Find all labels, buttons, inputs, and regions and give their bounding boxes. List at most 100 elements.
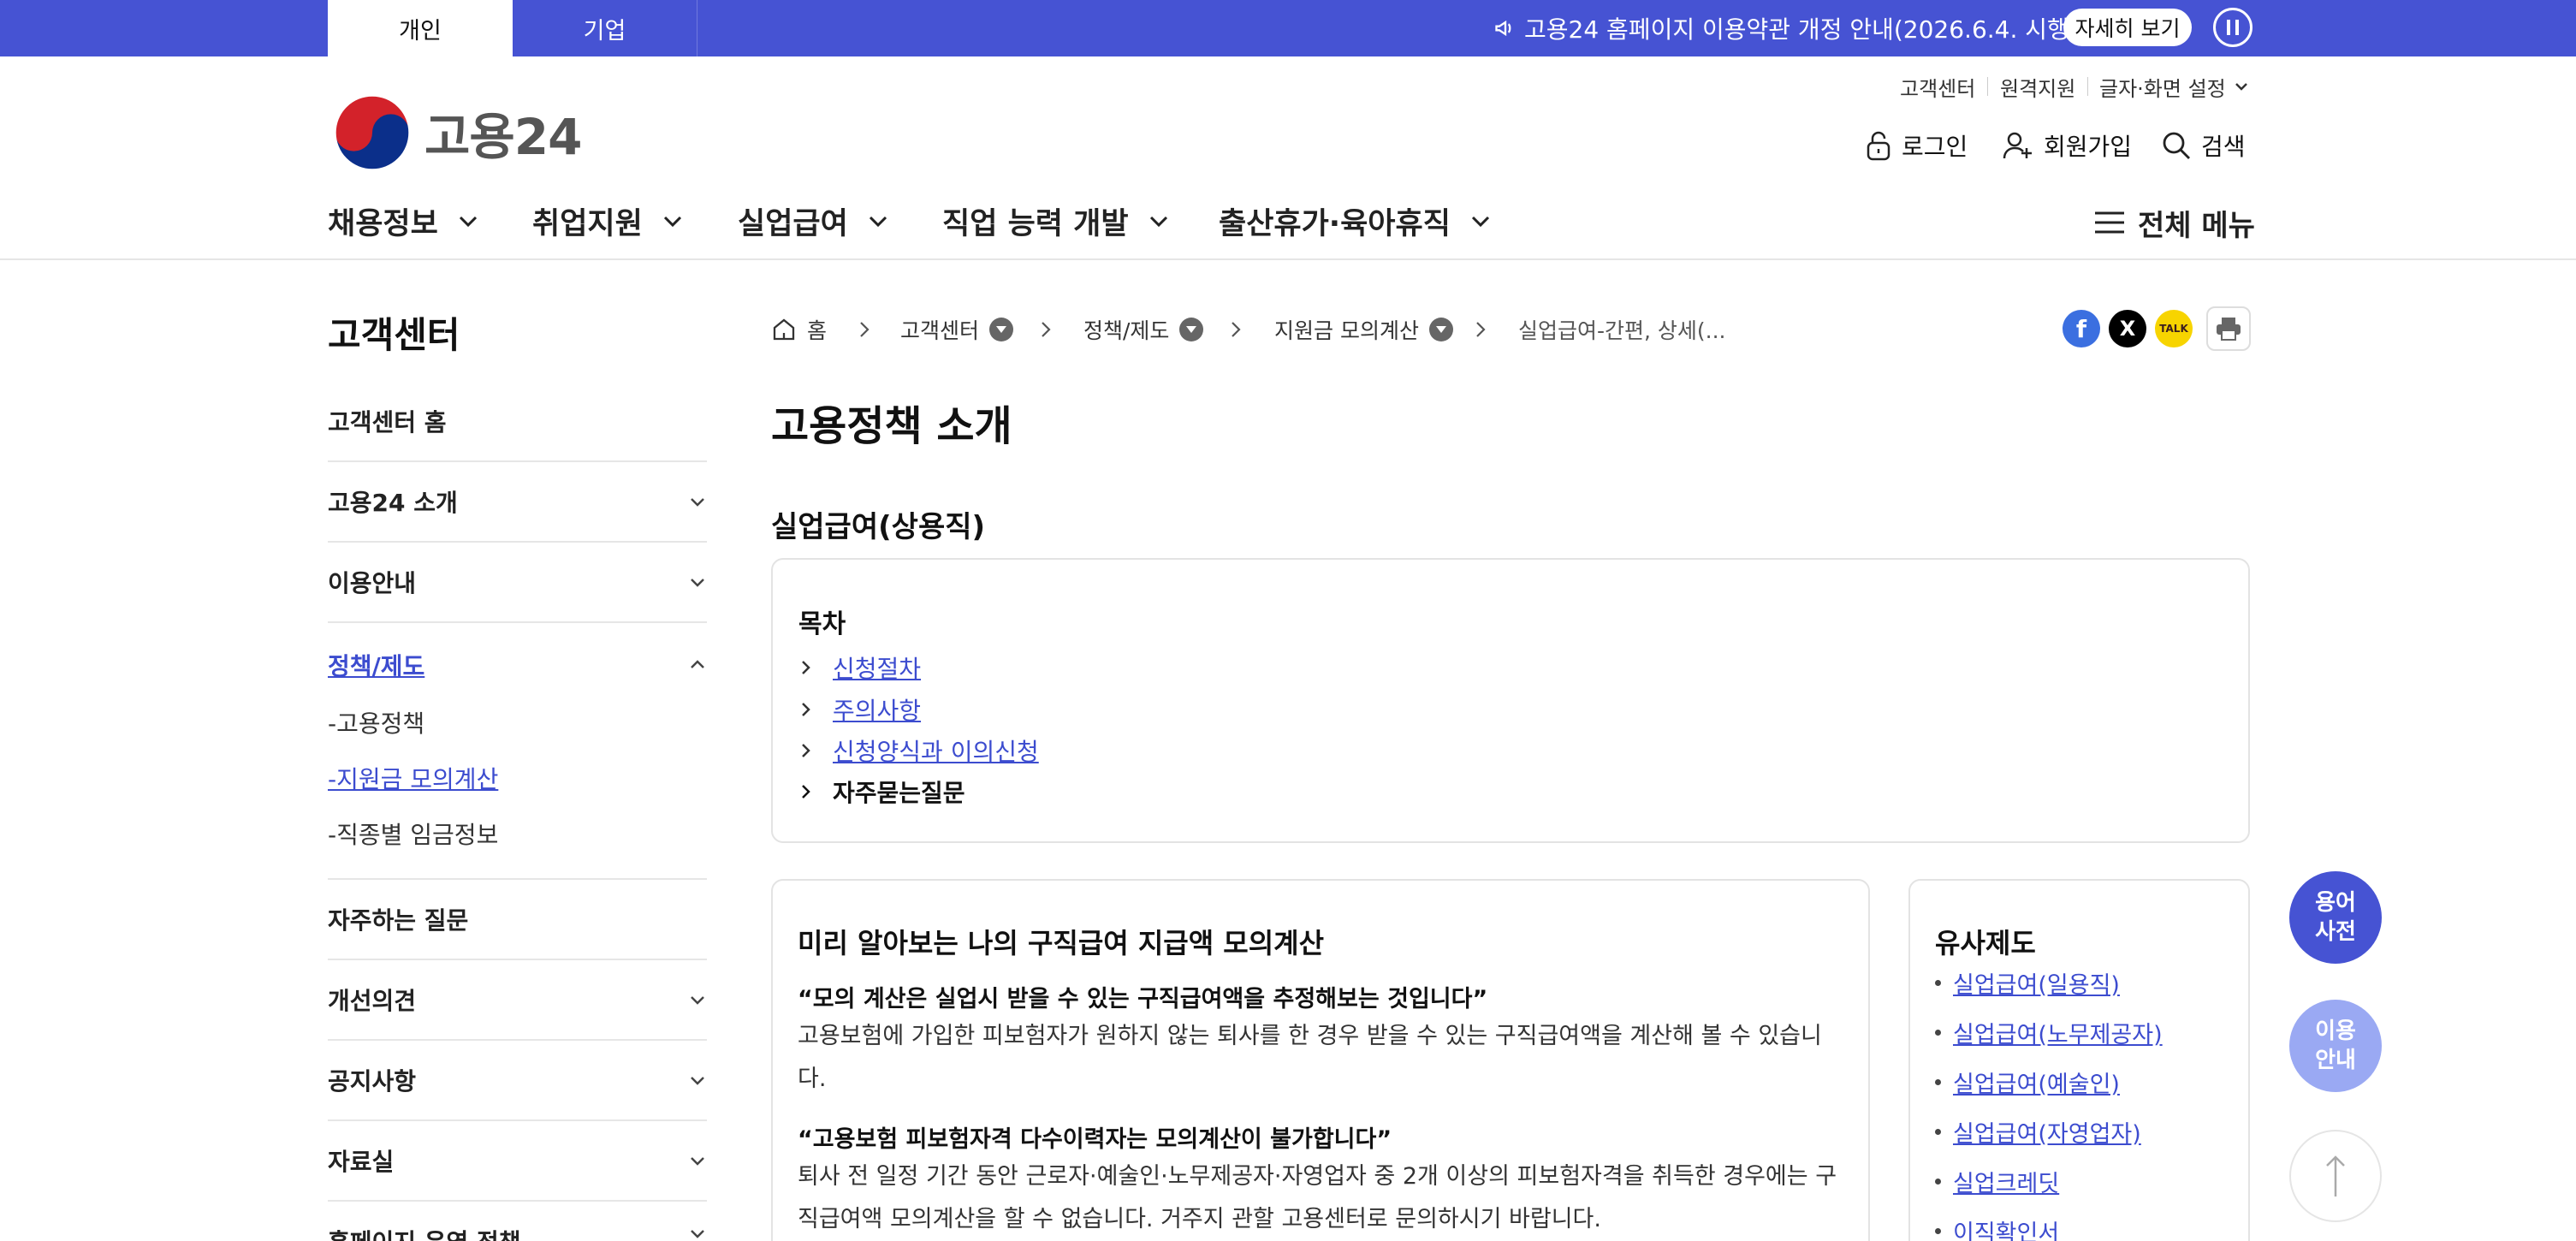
toc-item-procedure[interactable]: 신청절차: [798, 650, 921, 685]
sidebar-item-about[interactable]: 고용24 소개: [328, 462, 707, 543]
search-icon: [2163, 132, 2190, 159]
similar-item-platform[interactable]: 실업급여(노무제공자): [1935, 1016, 2163, 1049]
sidebar-item-label: 자료실: [328, 1148, 395, 1176]
tab-personal[interactable]: 개인: [328, 0, 513, 56]
scroll-top-button[interactable]: [2289, 1130, 2382, 1222]
sidebar-title: 고객센터: [328, 314, 460, 356]
chevron-down-icon: [2235, 83, 2247, 91]
caret-down-icon[interactable]: [989, 318, 1014, 341]
sidebar-item-label: 홈페이지 운영 정책: [328, 1224, 521, 1241]
guide-label-line-2: 안내: [2315, 1048, 2356, 1073]
kakaotalk-share-icon[interactable]: TALK: [2155, 310, 2193, 347]
lock-icon: [1867, 131, 1890, 161]
pause-button[interactable]: [2213, 8, 2253, 47]
tab-business[interactable]: 기업: [513, 0, 697, 56]
sidebar-item-feedback[interactable]: 개선의견: [328, 960, 707, 1041]
calc-paragraph-1-line-2: 다.: [798, 1066, 827, 1092]
gnb-label: 출산휴가·육아휴직: [1219, 206, 1451, 241]
similar-item-credit[interactable]: 실업크레딧: [1935, 1165, 2059, 1198]
chevron-right-icon: [802, 785, 810, 799]
gnb-label: 실업급여: [738, 206, 848, 241]
gnb-item-employment-support[interactable]: 취업지원: [532, 199, 684, 243]
site-logo[interactable]: 고용24: [332, 92, 582, 173]
sidebar-sub-subsidy-calculator[interactable]: -지원금 모의계산: [328, 761, 498, 795]
breadcrumb-policy[interactable]: 정책/제도: [1083, 313, 1204, 346]
sidebar-item-guide[interactable]: 이용안내: [328, 543, 707, 623]
breadcrumb-subsidy-calc[interactable]: 지원금 모의계산: [1274, 313, 1453, 346]
sidebar-item-customer-home[interactable]: 고객센터 홈: [328, 382, 707, 462]
chevron-down-icon: [1471, 216, 1489, 228]
sidebar-item-label: 정책/제도: [328, 652, 425, 680]
sidebar-item-resources[interactable]: 자료실: [328, 1121, 707, 1202]
sidebar-sub-label: -지원금 모의계산: [328, 765, 499, 793]
breadcrumb-home[interactable]: 홈: [771, 313, 827, 346]
breadcrumb-customer-center[interactable]: 고객센터: [900, 313, 1014, 346]
toc-label: 자주묻는질문: [833, 779, 965, 807]
toc-item-forms-appeal[interactable]: 신청양식과 이의신청: [798, 733, 1039, 768]
util-link-customer-center[interactable]: 고객센터: [1900, 72, 1975, 101]
bullet: [1935, 1079, 1941, 1085]
util-display-settings[interactable]: 글자·화면 설정: [2099, 72, 2250, 101]
chevron-down-icon: [459, 216, 477, 228]
chevron-down-icon: [691, 498, 704, 507]
facebook-share-icon[interactable]: f: [2063, 310, 2100, 347]
toc-label: 주의사항: [833, 697, 922, 725]
breadcrumb-current: 실업급여-간편, 상세(...: [1518, 313, 1726, 346]
similar-item-self-employed[interactable]: 실업급여(자영업자): [1935, 1115, 2141, 1149]
similar-programs-box: 유사제도 실업급여(일용직) 실업급여(노무제공자) 실업급여(예술인) 실업급…: [1908, 879, 2250, 1241]
all-menu-label: 전체 메뉴: [2138, 208, 2255, 243]
x-share-icon[interactable]: X: [2109, 310, 2146, 347]
calc-quote-1: “모의 계산은 실업시 받을 수 있는 구직급여액을 추정해보는 것입니다”: [798, 986, 1488, 1012]
usage-guide-button[interactable]: 이용 안내: [2289, 1000, 2382, 1092]
similar-label: 실업급여(노무제공자): [1953, 1022, 2163, 1048]
gnb-item-parental-leave[interactable]: 출산휴가·육아휴직: [1219, 199, 1492, 243]
caret-down-icon[interactable]: [1428, 318, 1453, 341]
chevron-right-icon: [802, 661, 810, 674]
similar-label: 실업급여(일용직): [1953, 972, 2120, 999]
all-menu-button[interactable]: 전체 메뉴: [2095, 201, 2255, 244]
caret-down-icon[interactable]: [1179, 318, 1204, 341]
chevron-down-icon: [691, 1077, 704, 1085]
similar-item-daily[interactable]: 실업급여(일용직): [1935, 966, 2120, 1000]
add-user-icon: [2003, 132, 2032, 159]
chevron-down-icon: [1149, 216, 1167, 228]
sidebar-sub-employment-policy[interactable]: -고용정책: [328, 705, 424, 739]
sidebar-sub-label: -직종별 임금정보: [328, 821, 499, 849]
sidebar-item-label: 고용24 소개: [328, 489, 458, 517]
sidebar-sub-wage-info[interactable]: -직종별 임금정보: [328, 816, 498, 851]
signup-label: 회원가입: [2044, 133, 2133, 161]
similar-item-separation[interactable]: 이직확인서: [1935, 1214, 2059, 1241]
similar-label: 실업급여(자영업자): [1953, 1121, 2141, 1148]
chevron-right-icon: [1232, 322, 1241, 337]
sidebar-item-notices[interactable]: 공지사항: [328, 1041, 707, 1121]
notice-detail-button[interactable]: 자세히 보기: [2063, 9, 2192, 46]
chevron-right-icon: [1476, 322, 1486, 337]
megaphone-icon: [1495, 20, 1511, 37]
notice-banner[interactable]: 고용24 홈페이지 이용약관 개정 안내(2026.6.4. 시행): [1493, 0, 2079, 56]
util-link-remote-support[interactable]: 원격지원: [2000, 72, 2075, 101]
gnb-item-skills-development[interactable]: 직업 능력 개발: [942, 199, 1170, 243]
toc-item-caution[interactable]: 주의사항: [798, 692, 921, 727]
login-button[interactable]: 로그인: [1866, 128, 1968, 163]
kakao-label: TALK: [2159, 323, 2188, 335]
gnb-label: 채용정보: [328, 206, 438, 241]
toc-item-faq[interactable]: 자주묻는질문: [798, 775, 965, 809]
bullet: [1935, 1030, 1941, 1036]
search-button[interactable]: 검색: [2162, 128, 2246, 163]
signup-button[interactable]: 회원가입: [2003, 128, 2132, 163]
gnb-item-unemployment-benefit[interactable]: 실업급여: [738, 199, 889, 243]
chevron-right-icon: [860, 322, 870, 337]
sidebar-item-policy[interactable]: 정책/제도: [328, 625, 707, 705]
similar-label: 실업급여(예술인): [1953, 1072, 2120, 1098]
bullet: [1935, 1129, 1941, 1135]
sidebar-item-faq[interactable]: 자주하는 질문: [328, 880, 707, 960]
chevron-down-icon: [869, 216, 887, 228]
glossary-button[interactable]: 용어 사전: [2289, 871, 2382, 964]
sidebar-item-site-policy[interactable]: 홈페이지 운영 정책: [328, 1202, 707, 1241]
gnb-item-jobs[interactable]: 채용정보: [328, 199, 479, 243]
print-button[interactable]: [2206, 306, 2251, 351]
chevron-right-icon: [802, 744, 810, 757]
glossary-label-line-2: 사전: [2315, 919, 2356, 945]
util-divider: [1987, 77, 1988, 96]
similar-item-artist[interactable]: 실업급여(예술인): [1935, 1066, 2120, 1099]
